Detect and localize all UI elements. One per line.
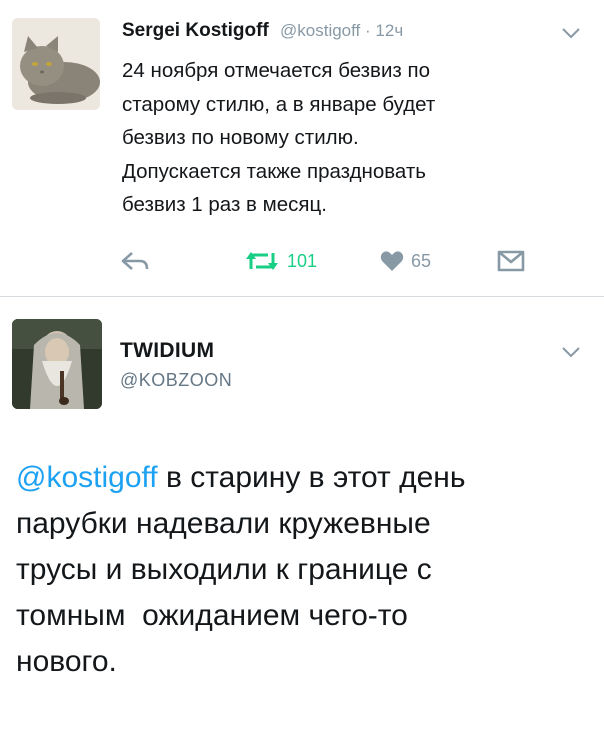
tweet-1-line: 24 ноября отмечается безвиз по bbox=[122, 59, 430, 82]
tweet-2-line: нового. bbox=[16, 645, 117, 678]
chevron-down-icon[interactable] bbox=[560, 26, 582, 40]
avatar-cat[interactable] bbox=[12, 18, 100, 110]
reply-button[interactable] bbox=[120, 244, 150, 278]
tweet-2-line: парубки надевали кружевные bbox=[16, 507, 431, 540]
chevron-down-icon[interactable] bbox=[560, 345, 582, 359]
author-name[interactable]: TWIDIUM bbox=[120, 339, 214, 363]
like-icon bbox=[380, 251, 404, 271]
separator-dot: · bbox=[365, 21, 371, 40]
dm-button[interactable] bbox=[497, 244, 525, 278]
tweet-1-header: Sergei Kostigoff @kostigoff · 12ч bbox=[122, 20, 403, 42]
retweet-count: 101 bbox=[287, 250, 318, 271]
tweet-2-line: @kostigoff в старину в этот день bbox=[16, 455, 596, 501]
tweet-1-line: старому стилю, а в январе будет bbox=[122, 92, 436, 116]
reply-icon bbox=[121, 252, 149, 270]
author-handle[interactable]: @KOBZOON bbox=[120, 370, 232, 391]
tweet-2-line: трусы и выходили к границе с bbox=[16, 553, 432, 586]
avatar-wizard[interactable] bbox=[12, 319, 102, 409]
tweet-time[interactable]: 12ч bbox=[375, 21, 403, 40]
tweet-1-line: безвиз 1 раз в месяц. bbox=[122, 193, 327, 216]
cat-avatar-image bbox=[12, 18, 100, 110]
mention-link[interactable]: @kostigoff bbox=[16, 461, 158, 494]
like-button[interactable]: 65 bbox=[380, 244, 431, 278]
tweet-1-line: безвиз по новому стилю. bbox=[122, 126, 359, 149]
like-count: 65 bbox=[411, 250, 432, 271]
tweet-1-actions: 101 65 bbox=[0, 244, 604, 278]
dm-icon bbox=[497, 250, 525, 272]
retweet-button[interactable]: 101 bbox=[244, 244, 317, 278]
author-handle[interactable]: @kostigoff bbox=[280, 21, 360, 40]
tweet-2-text: @kostigoff в старину в этот день парубки… bbox=[16, 455, 596, 685]
tweet-2-line-text: в старину в этот день bbox=[157, 461, 466, 494]
tweet-1: Sergei Kostigoff @kostigoff · 12ч 24 ноя… bbox=[0, 0, 604, 296]
tweet-1-line: Допускается также праздновать bbox=[122, 159, 426, 183]
wizard-avatar-image bbox=[12, 319, 102, 409]
tweet-2-line: томным ожиданием чего-то bbox=[16, 599, 408, 632]
retweet-icon bbox=[246, 252, 278, 270]
tweet-2: TWIDIUM @KOBZOON @kostigoff в старину в … bbox=[0, 297, 604, 741]
author-name[interactable]: Sergei Kostigoff bbox=[122, 20, 269, 41]
tweet-1-text: 24 ноября отмечается безвиз по старому с… bbox=[122, 54, 592, 222]
